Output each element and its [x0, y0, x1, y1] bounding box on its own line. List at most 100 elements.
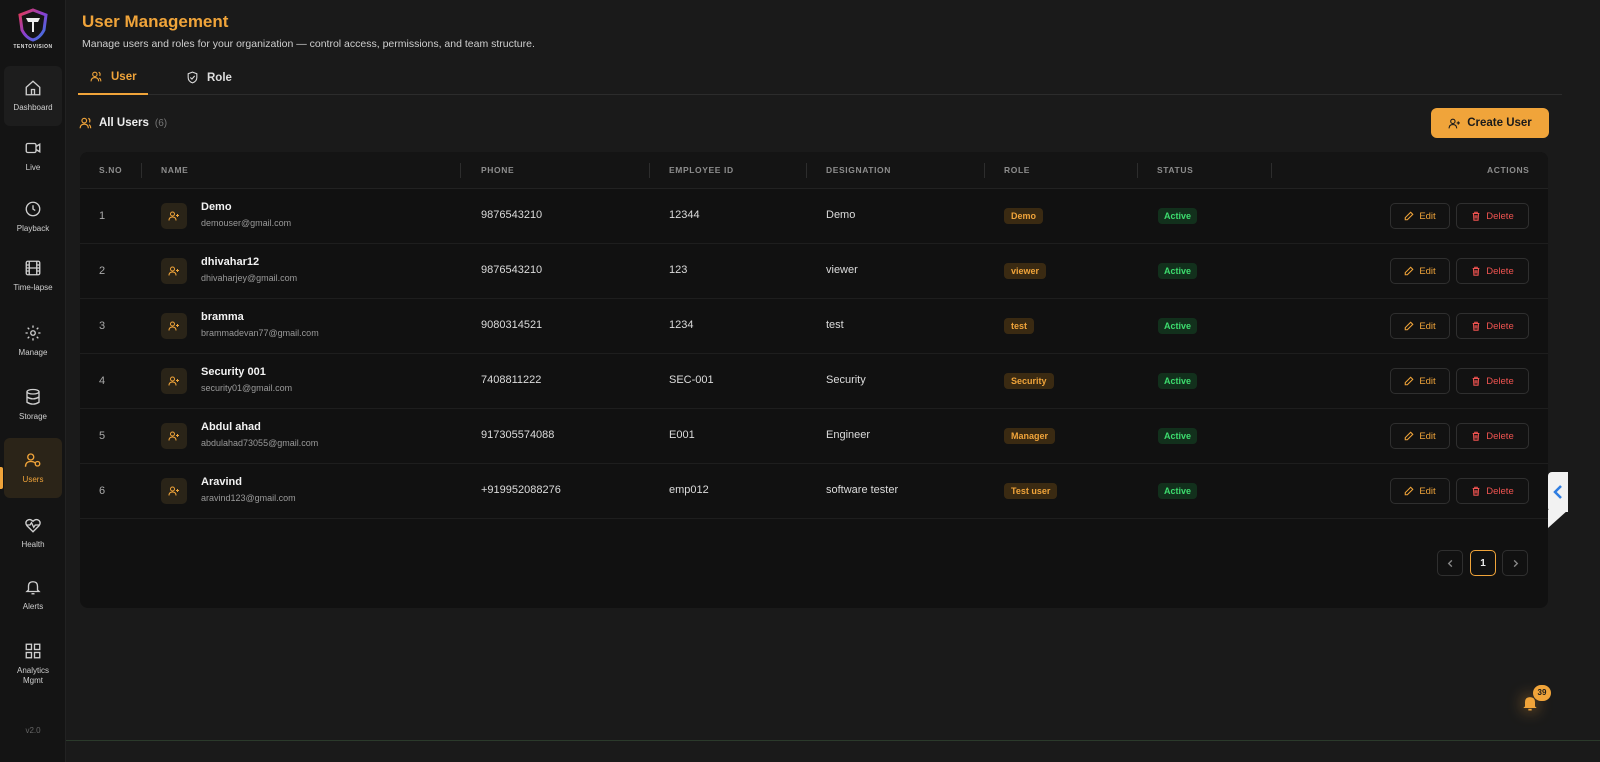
home-icon	[25, 80, 41, 96]
nav-label: Analytics Mgmt	[16, 666, 49, 685]
tab-bar: User Role	[78, 60, 1562, 95]
user-name: bramma	[201, 311, 244, 323]
table-row: 5 Abdul ahad abdulahad73055@gmail.com 91730…	[80, 409, 1548, 464]
trash-icon	[1472, 486, 1480, 496]
delete-button[interactable]: Delete	[1456, 258, 1529, 284]
next-page-button[interactable]	[1502, 550, 1528, 576]
nav-label: Storage	[18, 412, 48, 421]
user-plus-icon	[168, 321, 179, 331]
prev-page-button[interactable]	[1437, 550, 1463, 576]
delete-label: Delete	[1486, 430, 1514, 442]
page-number-button[interactable]: 1	[1470, 550, 1496, 576]
user-phone: 917305574088	[481, 429, 555, 441]
status-badge: Active	[1158, 373, 1198, 389]
film-icon	[25, 260, 41, 276]
nav-label: Health	[21, 540, 45, 549]
delete-button[interactable]: Delete	[1456, 423, 1529, 449]
role-badge: Demo	[1004, 208, 1044, 224]
all-users-heading: All Users (6)	[79, 116, 167, 130]
nav-alerts[interactable]: Alerts	[4, 565, 62, 625]
nav-users[interactable]: Users	[4, 438, 62, 498]
user-name: dhivahar12	[201, 256, 260, 268]
nav-label: Playback	[16, 224, 50, 233]
col-designation: DESIGNATION	[826, 165, 892, 175]
user-designation: test	[826, 319, 844, 331]
role-badge: Manager	[1004, 428, 1056, 444]
user-phone: +919952088276	[481, 484, 561, 496]
nav-time-lapse[interactable]: Time-lapse	[4, 246, 62, 306]
delete-label: Delete	[1486, 210, 1514, 222]
users-icon	[90, 71, 102, 82]
col-name: NAME	[161, 165, 189, 175]
user-employee-id: 123	[669, 264, 688, 276]
user-plus-icon	[168, 431, 179, 441]
clock-icon	[25, 201, 41, 217]
bell-icon	[25, 581, 41, 595]
users-icon	[79, 117, 92, 129]
nav-manage[interactable]: Manage	[4, 311, 62, 371]
row-sno: 2	[99, 265, 106, 277]
pencil-icon	[1405, 376, 1414, 386]
status-badge: Active	[1158, 263, 1198, 279]
edit-button[interactable]: Edit	[1390, 368, 1450, 394]
brand-logo[interactable]: TENTOVISION	[8, 8, 58, 60]
row-sno: 5	[99, 430, 106, 442]
edit-label: Edit	[1419, 320, 1436, 332]
user-email: demouser@gmail.com	[201, 218, 292, 228]
user-email: abdulahad73055@gmail.com	[201, 438, 319, 448]
active-indicator	[0, 467, 3, 489]
user-count: (6)	[154, 117, 168, 129]
heart-pulse-icon	[25, 518, 41, 533]
shield-logo-icon	[18, 8, 48, 42]
nav-analytics-mgmt[interactable]: Analytics Mgmt	[4, 632, 62, 696]
user-plus-icon	[168, 266, 179, 276]
tab-user[interactable]: User	[78, 60, 148, 95]
create-user-button[interactable]: Create User	[1431, 108, 1549, 138]
avatar	[161, 423, 187, 449]
edit-button[interactable]: Edit	[1390, 423, 1450, 449]
side-panel-toggle[interactable]	[1548, 472, 1568, 512]
delete-label: Delete	[1486, 265, 1514, 277]
avatar	[161, 368, 187, 394]
user-name: Abdul ahad	[201, 421, 261, 433]
nav-label: Time-lapse	[13, 283, 53, 292]
nav-label: Alerts	[22, 602, 44, 611]
delete-button[interactable]: Delete	[1456, 313, 1529, 339]
user-phone: 9876543210	[481, 264, 543, 276]
delete-label: Delete	[1486, 485, 1514, 497]
user-plus-icon	[168, 211, 179, 221]
avatar	[161, 313, 187, 339]
user-designation: Demo	[826, 209, 856, 221]
delete-button[interactable]: Delete	[1456, 203, 1529, 229]
edit-button[interactable]: Edit	[1390, 478, 1450, 504]
col-sno: S.NO	[99, 165, 123, 175]
delete-button[interactable]: Delete	[1456, 368, 1529, 394]
database-icon	[26, 388, 40, 405]
user-phone: 9876543210	[481, 209, 543, 221]
user-employee-id: 12344	[669, 209, 700, 221]
app-version: v2.0	[25, 726, 41, 735]
delete-button[interactable]: Delete	[1456, 478, 1529, 504]
trash-icon	[1472, 266, 1480, 276]
edit-button[interactable]: Edit	[1390, 203, 1450, 229]
edit-button[interactable]: Edit	[1390, 313, 1450, 339]
avatar	[161, 258, 187, 284]
delete-label: Delete	[1486, 375, 1514, 387]
nav-storage[interactable]: Storage	[4, 375, 62, 435]
user-employee-id: SEC-001	[669, 374, 714, 386]
nav-dashboard[interactable]: Dashboard	[4, 66, 62, 126]
nav-live[interactable]: Live	[4, 126, 62, 186]
trash-icon	[1472, 211, 1480, 221]
edit-label: Edit	[1419, 375, 1436, 387]
nav-label: Users	[22, 475, 44, 484]
trash-icon	[1472, 321, 1480, 331]
nav-playback[interactable]: Playback	[4, 187, 62, 247]
user-plus-icon	[168, 486, 179, 496]
edit-button[interactable]: Edit	[1390, 258, 1450, 284]
tab-role[interactable]: Role	[186, 60, 232, 95]
user-phone: 9080314521	[481, 319, 543, 331]
user-designation: Engineer	[826, 429, 871, 441]
nav-health[interactable]: Health	[4, 503, 62, 563]
user-designation: viewer	[826, 264, 858, 276]
user-employee-id: E001	[669, 429, 695, 441]
